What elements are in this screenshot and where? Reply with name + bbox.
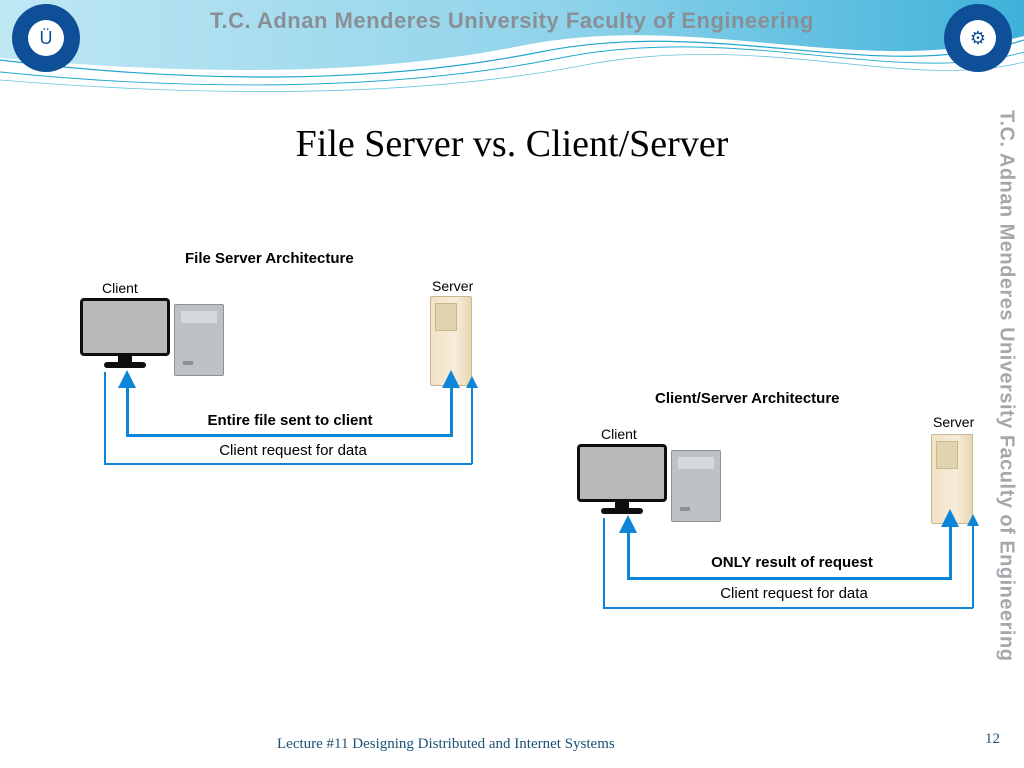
header-institution-text: T.C. Adnan Menderes University Faculty o…	[0, 8, 1024, 34]
slide-header: T.C. Adnan Menderes University Faculty o…	[0, 0, 1024, 95]
diagram2-title: Client/Server Architecture	[655, 390, 840, 407]
flow-label-entire-file: Entire file sent to client	[180, 412, 400, 429]
diagram1-title: File Server Architecture	[185, 250, 354, 267]
client-label: Client	[601, 426, 637, 442]
server-label: Server	[432, 278, 473, 294]
client-label: Client	[102, 280, 138, 296]
flow-label-client-request: Client request for data	[188, 442, 398, 459]
side-institution-text: T.C. Adnan Menderes University Faculty o…	[992, 110, 1020, 710]
university-crest-icon: Ü	[12, 4, 80, 72]
slide-title: File Server vs. Client/Server	[0, 122, 1024, 166]
flow-label-only-result: ONLY result of request	[677, 554, 907, 571]
faculty-crest-icon: ⚙	[944, 4, 1012, 72]
slide-footer: Lecture #11 Designing Distributed and In…	[277, 735, 697, 755]
slide-number: 12	[985, 731, 1000, 748]
flow-label-client-request: Client request for data	[689, 585, 899, 602]
server-label: Server	[933, 414, 974, 430]
